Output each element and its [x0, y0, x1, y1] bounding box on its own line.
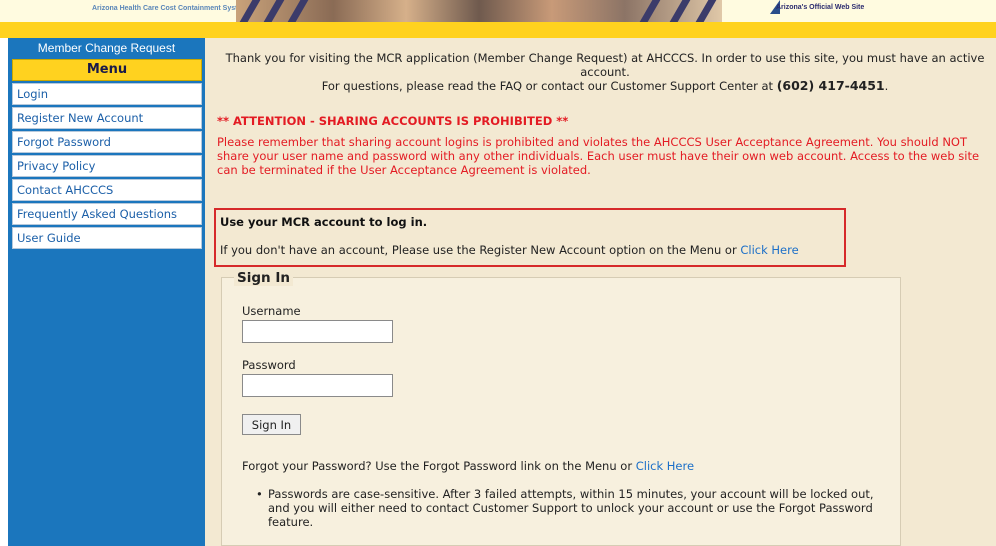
site-header: Arizona Health Care Cost Containment Sys…: [0, 0, 996, 22]
login-notice-box: Use your MCR account to log in. If you d…: [214, 208, 846, 267]
main-content: Thank you for visiting the MCR applicati…: [205, 38, 996, 546]
sidebar-item-faq[interactable]: Frequently Asked Questions: [12, 203, 202, 225]
forgot-password-click-here-link[interactable]: Click Here: [636, 459, 694, 473]
sidebar-item-login[interactable]: Login: [12, 83, 202, 105]
password-policy-text: Passwords are case-sensitive. After 3 fa…: [268, 487, 874, 529]
sidebar-item-privacy-policy[interactable]: Privacy Policy: [12, 155, 202, 177]
forgot-password-instruction: Forgot your Password? Use the Forgot Pas…: [242, 459, 633, 473]
forgot-password-text: Forgot your Password? Use the Forgot Pas…: [242, 459, 694, 473]
sidebar-menu-list: Login Register New Account Forgot Passwo…: [12, 83, 202, 251]
intro-period: .: [884, 79, 889, 93]
intro-line-2: For questions, please read the FAQ or co…: [215, 78, 995, 94]
arizona-site-link[interactable]: Arizona's Official Web Site: [776, 4, 864, 11]
sign-in-fieldset: Sign In Username Password Sign In Forgot…: [221, 270, 901, 546]
header-yellow-bar: [0, 22, 996, 38]
password-policy-bullet: • Passwords are case-sensitive. After 3 …: [256, 487, 878, 529]
password-input[interactable]: [242, 374, 393, 397]
intro-contact-text: For questions, please read the FAQ or co…: [321, 79, 774, 93]
ahcccs-logo-text: Arizona Health Care Cost Containment Sys…: [92, 5, 248, 12]
menu-heading: Menu: [12, 59, 202, 81]
header-banner-image: [236, 0, 722, 22]
sharing-warning-text: Please remember that sharing account log…: [217, 135, 980, 177]
sidebar-item-user-guide[interactable]: User Guide: [12, 227, 202, 249]
username-input[interactable]: [242, 320, 393, 343]
sidebar-item-contact-ahcccs[interactable]: Contact AHCCCS: [12, 179, 202, 201]
register-instruction-text: If you don't have an account, Please use…: [220, 243, 737, 257]
password-label: Password: [242, 358, 296, 372]
sign-in-legend: Sign In: [234, 270, 293, 286]
sidebar-app-title: Member Change Request: [37, 41, 176, 55]
login-notice-text: If you don't have an account, Please use…: [220, 243, 799, 257]
intro-text: Thank you for visiting the MCR applicati…: [215, 51, 995, 93]
username-label: Username: [242, 304, 301, 318]
attention-heading: ** ATTENTION - SHARING ACCOUNTS IS PROHI…: [217, 114, 569, 128]
intro-line-1: Thank you for visiting the MCR applicati…: [225, 51, 985, 79]
sidebar-item-forgot-password[interactable]: Forgot Password: [12, 131, 202, 153]
sign-in-button[interactable]: Sign In: [242, 414, 301, 435]
bullet-icon: •: [256, 487, 263, 501]
login-notice-title: Use your MCR account to log in.: [220, 215, 428, 229]
sidebar: Member Change Request Menu Login Registe…: [8, 38, 205, 546]
sidebar-item-register-new-account[interactable]: Register New Account: [12, 107, 202, 129]
support-phone-number: (602) 417-4451: [776, 78, 885, 93]
register-click-here-link[interactable]: Click Here: [740, 243, 798, 257]
